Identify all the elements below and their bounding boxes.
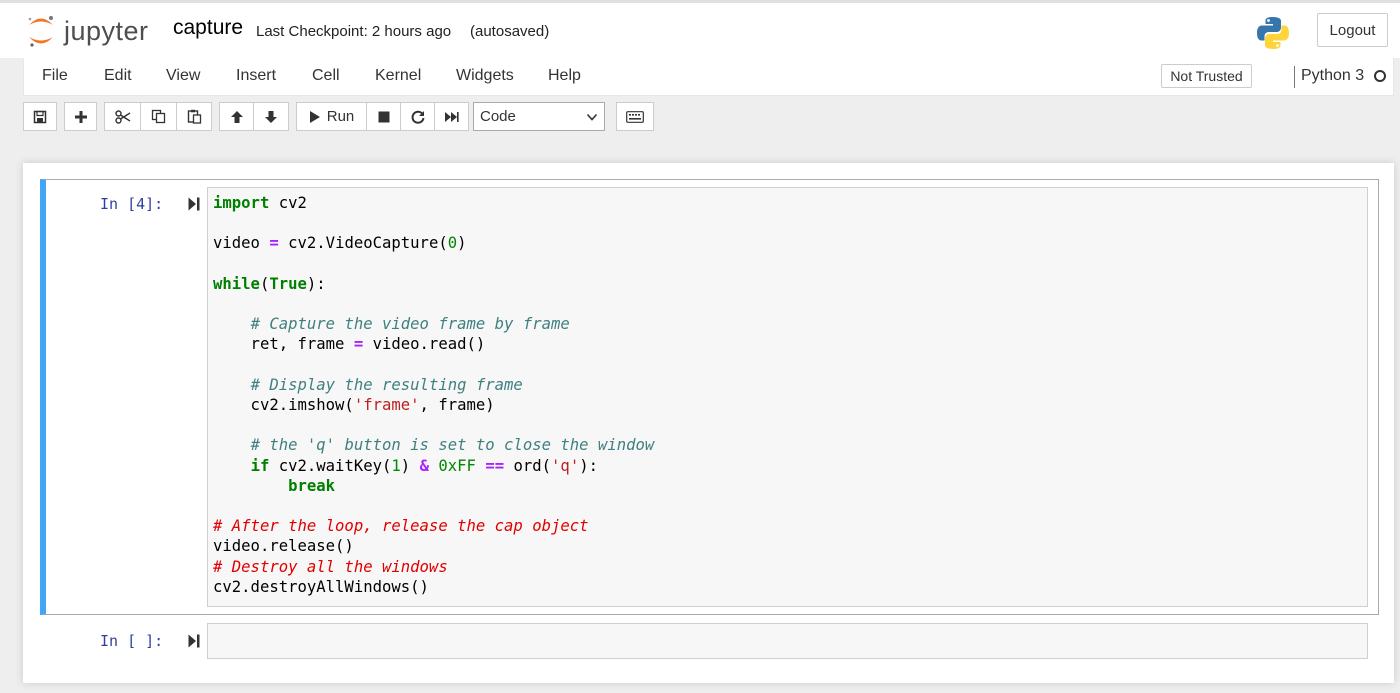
command-palette-button[interactable] [616,102,654,131]
autosave-status: (autosaved) [470,23,550,40]
checkpoint-status: Last Checkpoint: 2 hours ago [256,23,452,40]
insert-cell-button[interactable] [64,102,97,131]
cell-prompt: In [4]: [100,195,164,213]
cell-type-select[interactable]: Code [473,102,605,131]
code-line: video.release() [213,537,354,556]
kernel-idle-icon [1374,70,1386,82]
menu-view[interactable]: View [166,67,200,85]
code-editor[interactable]: import cv2 video = cv2.VideoCapture(0) w… [207,187,1368,607]
code-line: import cv2 [213,194,307,212]
code-cell-selected[interactable]: In [4]: import cv2 video = cv2.VideoCapt… [40,179,1379,615]
menu-widgets[interactable]: Widgets [456,67,514,85]
kernel-name: Python 3 [1301,67,1365,84]
arrow-up-icon [230,110,243,123]
code-line: break [288,476,336,495]
move-up-button[interactable] [219,102,254,131]
code-line: # Destroy all the windows [213,557,448,576]
copy-icon [151,109,166,124]
move-down-button[interactable] [253,102,289,131]
paste-icon [187,109,201,124]
notebook-container: In [4]: import cv2 video = cv2.VideoCapt… [23,163,1394,683]
code-editor[interactable] [207,623,1368,659]
menu-file[interactable]: File [42,67,68,85]
menu-cell[interactable]: Cell [312,67,340,85]
keyboard-icon [626,110,644,123]
fast-forward-icon [445,111,459,122]
code-line: # the 'q' button is set to close the win… [250,436,655,455]
run-label: Run [326,108,355,125]
header: jupyter capture Last Checkpoint: 2 hours… [0,0,1400,58]
logo-text: jupyter [64,15,149,46]
code-line: while(True): [213,274,326,293]
menu-insert[interactable]: Insert [236,67,276,85]
paste-button[interactable] [176,102,212,131]
menubar: File Edit View Insert Cell Kernel Widget… [23,58,1394,96]
jupyter-logo[interactable]: jupyter [26,13,149,49]
cell-prompt: In [ ]: [100,632,164,650]
menu-kernel[interactable]: Kernel [375,67,421,85]
notebook-name[interactable]: capture [173,16,243,40]
save-icon [33,110,47,123]
plus-icon [74,110,87,123]
interrupt-button[interactable] [366,102,401,131]
jupyter-logo-icon [28,16,53,47]
scissors-icon [114,109,130,124]
run-button[interactable]: Run [296,102,367,131]
save-button[interactable] [23,102,57,131]
python-logo-icon [1257,17,1289,49]
copy-button[interactable] [140,102,177,131]
kernel-divider [1294,66,1295,88]
chevron-down-icon [586,113,598,121]
restart-run-all-button[interactable] [434,102,469,131]
code-line: ret, frame = video.read() [213,335,486,354]
restart-icon [411,110,424,124]
cut-button[interactable] [104,102,141,131]
toolbar: Run Code [23,96,1394,138]
not-trusted-button[interactable]: Not Trusted [1161,64,1252,88]
code-content[interactable]: import cv2 video = cv2.VideoCapture(0) w… [213,193,654,597]
menu-edit[interactable]: Edit [104,67,132,85]
code-cell-empty[interactable]: In [ ]: [40,620,1379,662]
run-cell-icon[interactable] [188,197,200,211]
code-line: cv2.imshow('frame', frame) [213,396,495,415]
code-line: video = cv2.VideoCapture(0) [213,234,467,253]
stop-icon [378,111,389,122]
play-icon [309,110,320,123]
menu-help[interactable]: Help [548,67,581,85]
code-line: # Capture the video frame by frame [250,315,570,334]
code-line: # After the loop, release the cap object [213,517,589,536]
code-line: # Display the resulting frame [250,375,523,394]
arrow-down-icon [265,110,277,123]
code-line: cv2.destroyAllWindows() [213,577,429,596]
cell-type-value: Code [480,108,516,125]
logout-button[interactable]: Logout [1317,13,1388,47]
code-line: if cv2.waitKey(1) & 0xFF == ord('q'): [250,456,598,475]
restart-button[interactable] [400,102,435,131]
run-cell-icon[interactable] [188,634,200,648]
